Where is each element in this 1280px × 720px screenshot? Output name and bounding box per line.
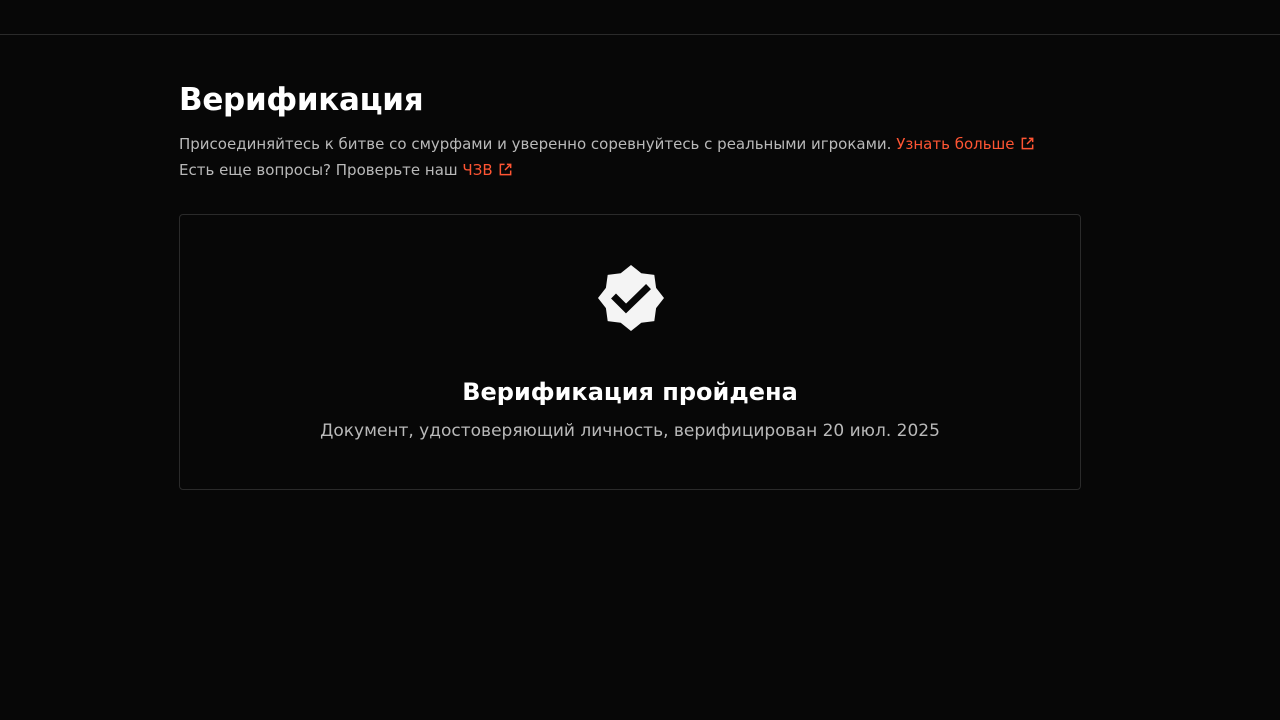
status-subtitle: Документ, удостоверяющий личность, вериф… bbox=[320, 421, 940, 441]
external-link-icon bbox=[499, 163, 512, 176]
status-title: Верификация пройдена bbox=[462, 378, 798, 406]
page-title: Верификация bbox=[179, 82, 424, 118]
description-line: Присоединяйтесь к битве со смурфами и ув… bbox=[179, 131, 1081, 157]
learn-more-link[interactable]: Узнать больше bbox=[896, 135, 1034, 153]
faq-line: Есть еще вопросы? Проверьте наш ЧЗВ bbox=[179, 157, 1081, 183]
faq-label: ЧЗВ bbox=[462, 161, 493, 179]
external-link-icon bbox=[1021, 137, 1033, 150]
faq-link[interactable]: ЧЗВ bbox=[462, 161, 512, 179]
verified-badge-icon bbox=[598, 265, 664, 331]
learn-more-label: Узнать больше bbox=[896, 135, 1015, 153]
verification-status-card: Верификация пройдена Документ, удостовер… bbox=[179, 214, 1081, 490]
description-text: Присоединяйтесь к битве со смурфами и ув… bbox=[179, 135, 892, 153]
top-bar bbox=[0, 0, 1280, 35]
faq-prompt: Есть еще вопросы? Проверьте наш bbox=[179, 161, 458, 179]
verification-section: Верификация Присоединяйтесь к битве со с… bbox=[179, 78, 1081, 490]
